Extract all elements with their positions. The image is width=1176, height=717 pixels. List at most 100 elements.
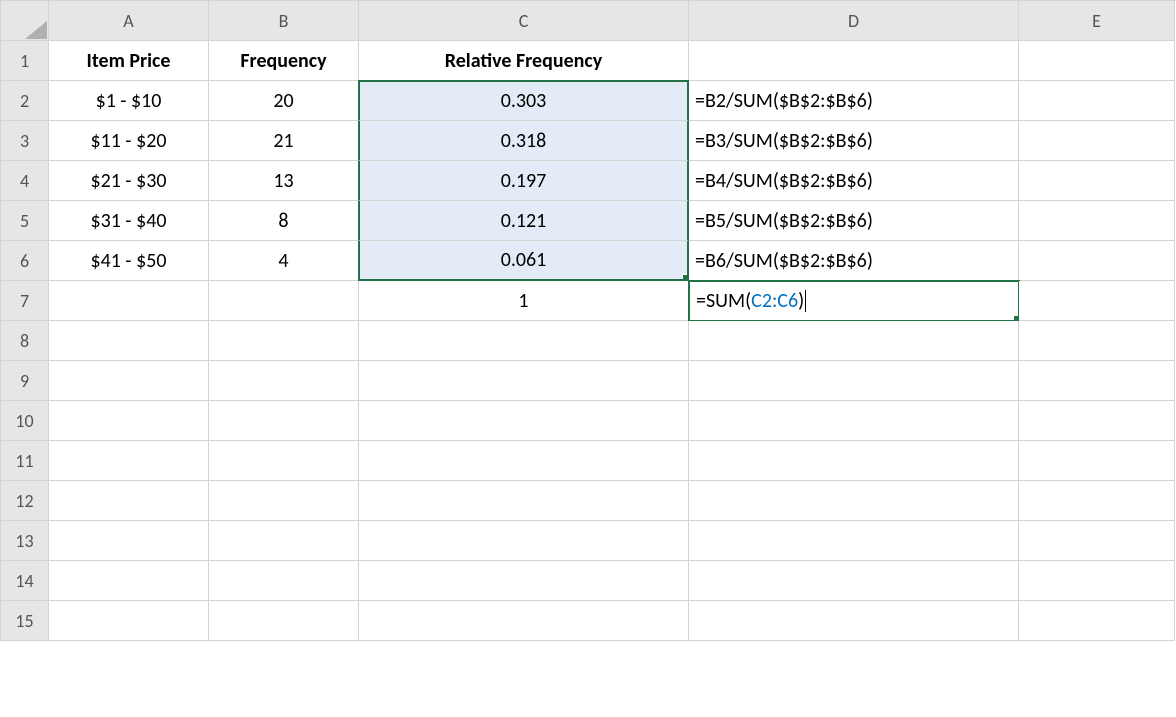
text-caret	[805, 290, 806, 312]
row-header-3[interactable]: 3	[1, 121, 49, 161]
cell-B4[interactable]: 13	[209, 161, 359, 201]
cell-E12[interactable]	[1019, 481, 1175, 521]
row-header-2[interactable]: 2	[1, 81, 49, 121]
cell-C3[interactable]: 0.318	[358, 121, 689, 161]
cell-D15[interactable]	[689, 601, 1019, 641]
cell-C14[interactable]	[359, 561, 689, 601]
formula-prefix: =SUM(	[696, 289, 751, 313]
cell-D11[interactable]	[689, 441, 1019, 481]
cell-A9[interactable]	[49, 361, 209, 401]
cell-D4[interactable]: =B4/SUM($B$2:$B$6)	[689, 161, 1019, 201]
cell-D5[interactable]: =B5/SUM($B$2:$B$6)	[689, 201, 1019, 241]
cell-E6[interactable]	[1019, 241, 1175, 281]
cell-C13[interactable]	[359, 521, 689, 561]
cell-A12[interactable]	[49, 481, 209, 521]
row-header-15[interactable]: 15	[1, 601, 49, 641]
cell-B5[interactable]: 8	[209, 201, 359, 241]
formula-suffix: )	[798, 289, 804, 313]
cell-B9[interactable]	[209, 361, 359, 401]
cell-B1[interactable]: Frequency	[209, 41, 359, 81]
cell-E13[interactable]	[1019, 521, 1175, 561]
cell-A13[interactable]	[49, 521, 209, 561]
select-all-corner[interactable]	[1, 1, 49, 41]
cell-E2[interactable]	[1019, 81, 1175, 121]
col-header-D[interactable]: D	[689, 1, 1019, 41]
cell-C10[interactable]	[359, 401, 689, 441]
cell-C9[interactable]	[359, 361, 689, 401]
cell-D12[interactable]	[689, 481, 1019, 521]
cell-C5[interactable]: 0.121	[358, 201, 689, 241]
cell-A14[interactable]	[49, 561, 209, 601]
cell-C8[interactable]	[359, 321, 689, 361]
cell-A4[interactable]: $21 - $30	[49, 161, 209, 201]
cell-E1[interactable]	[1019, 41, 1175, 81]
cell-B10[interactable]	[209, 401, 359, 441]
col-header-A[interactable]: A	[49, 1, 209, 41]
col-header-B[interactable]: B	[209, 1, 359, 41]
cell-D6[interactable]: =B6/SUM($B$2:$B$6)	[689, 241, 1019, 281]
row-header-1[interactable]: 1	[1, 41, 49, 81]
cell-A8[interactable]	[49, 321, 209, 361]
cell-E8[interactable]	[1019, 321, 1175, 361]
cell-E11[interactable]	[1019, 441, 1175, 481]
cell-D8[interactable]	[689, 321, 1019, 361]
row-header-10[interactable]: 10	[1, 401, 49, 441]
cell-B15[interactable]	[209, 601, 359, 641]
row-header-13[interactable]: 13	[1, 521, 49, 561]
cell-D13[interactable]	[689, 521, 1019, 561]
cell-C11[interactable]	[359, 441, 689, 481]
cell-A1[interactable]: Item Price	[49, 41, 209, 81]
cell-E15[interactable]	[1019, 601, 1175, 641]
cell-A3[interactable]: $11 - $20	[49, 121, 209, 161]
cell-B14[interactable]	[209, 561, 359, 601]
cell-C1[interactable]: Relative Frequency	[359, 41, 689, 81]
cell-E10[interactable]	[1019, 401, 1175, 441]
cell-E4[interactable]	[1019, 161, 1175, 201]
cell-E5[interactable]	[1019, 201, 1175, 241]
cell-B12[interactable]	[209, 481, 359, 521]
row-header-8[interactable]: 8	[1, 321, 49, 361]
cell-A6[interactable]: $41 - $50	[49, 241, 209, 281]
cell-C7[interactable]: 1	[359, 281, 689, 321]
row-header-7[interactable]: 7	[1, 281, 49, 321]
cell-D7-editing[interactable]: =SUM(C2:C6)	[688, 280, 1020, 322]
cell-A5[interactable]: $31 - $40	[49, 201, 209, 241]
cell-B3[interactable]: 21	[209, 121, 359, 161]
cell-E3[interactable]	[1019, 121, 1175, 161]
row-header-11[interactable]: 11	[1, 441, 49, 481]
cell-B11[interactable]	[209, 441, 359, 481]
cell-B8[interactable]	[209, 321, 359, 361]
cell-B13[interactable]	[209, 521, 359, 561]
cell-A7[interactable]	[49, 281, 209, 321]
cell-E7[interactable]	[1019, 281, 1175, 321]
cell-A2[interactable]: $1 - $10	[49, 81, 209, 121]
row-header-5[interactable]: 5	[1, 201, 49, 241]
cell-A10[interactable]	[49, 401, 209, 441]
cell-D1[interactable]	[689, 41, 1019, 81]
cell-D9[interactable]	[689, 361, 1019, 401]
cell-E9[interactable]	[1019, 361, 1175, 401]
row-header-6[interactable]: 6	[1, 241, 49, 281]
row-header-9[interactable]: 9	[1, 361, 49, 401]
row-header-12[interactable]: 12	[1, 481, 49, 521]
cell-A11[interactable]	[49, 441, 209, 481]
row-header-4[interactable]: 4	[1, 161, 49, 201]
cell-B6[interactable]: 4	[209, 241, 359, 281]
cell-D10[interactable]	[689, 401, 1019, 441]
cell-C12[interactable]	[359, 481, 689, 521]
cell-E14[interactable]	[1019, 561, 1175, 601]
cell-C15[interactable]	[359, 601, 689, 641]
cell-B2[interactable]: 20	[209, 81, 359, 121]
cell-D2[interactable]: =B2/SUM($B$2:$B$6)	[689, 81, 1019, 121]
cell-C2[interactable]: 0.303	[358, 80, 689, 121]
cell-D3[interactable]: =B3/SUM($B$2:$B$6)	[689, 121, 1019, 161]
cell-B7[interactable]	[209, 281, 359, 321]
col-header-C[interactable]: C	[359, 1, 689, 41]
spreadsheet-grid[interactable]: A B C D E 1 Item Price Frequency Relativ…	[0, 0, 1176, 641]
cell-C6[interactable]: 0.061	[358, 241, 689, 281]
cell-A15[interactable]	[49, 601, 209, 641]
col-header-E[interactable]: E	[1019, 1, 1175, 41]
cell-C4[interactable]: 0.197	[358, 161, 689, 201]
row-header-14[interactable]: 14	[1, 561, 49, 601]
cell-D14[interactable]	[689, 561, 1019, 601]
